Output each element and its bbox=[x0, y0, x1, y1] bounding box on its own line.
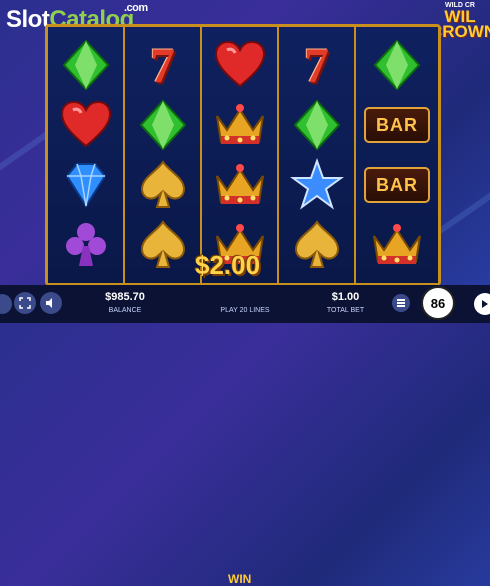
lines-label: PLAY 20 LINES bbox=[220, 307, 270, 314]
symbol-crown bbox=[202, 95, 277, 155]
bar-label: BAR bbox=[364, 107, 430, 143]
symbol-gold-spade bbox=[125, 155, 200, 215]
spin-button[interactable]: 86 bbox=[421, 286, 455, 320]
win-amount: $2.00 bbox=[195, 250, 261, 280]
fullscreen-button[interactable] bbox=[14, 292, 36, 314]
reel-3 bbox=[202, 27, 279, 283]
symbol-red-seven: 7 bbox=[279, 35, 354, 95]
symbol-red-seven: 7 bbox=[125, 35, 200, 95]
crown-icon bbox=[215, 164, 264, 204]
green-diamond-icon bbox=[373, 39, 421, 91]
sound-button[interactable] bbox=[40, 292, 62, 314]
win-label: WIN bbox=[228, 572, 252, 586]
balance-value: $985.70 bbox=[105, 291, 145, 303]
stack-icon bbox=[397, 299, 405, 307]
bet-value: $1.00 bbox=[331, 291, 360, 303]
gold-spade-icon bbox=[140, 160, 185, 208]
symbol-blue-star bbox=[279, 155, 354, 215]
reel-5: BAR BAR bbox=[356, 27, 438, 283]
crown-icon bbox=[373, 224, 421, 264]
green-diamond-icon bbox=[293, 99, 340, 151]
symbol-bar: BAR bbox=[356, 95, 438, 155]
seven-label: 7 bbox=[150, 37, 175, 93]
menu-button[interactable] bbox=[0, 294, 12, 314]
purple-club-icon bbox=[65, 223, 106, 266]
blue-gem-icon bbox=[65, 163, 106, 208]
blue-star-icon bbox=[289, 158, 344, 210]
symbol-bar: BAR bbox=[356, 155, 438, 215]
symbol-green-diamond bbox=[48, 35, 123, 95]
bottom-bar: $985.70 BALANCE WIN PLAY 20 LINES $1.00 … bbox=[0, 285, 490, 586]
reel-1 bbox=[48, 27, 125, 283]
symbol-gold-spade bbox=[279, 215, 354, 275]
reel-4: 7 bbox=[279, 27, 356, 283]
red-heart-icon bbox=[214, 40, 265, 88]
symbol-green-diamond bbox=[125, 95, 200, 155]
speaker-icon bbox=[46, 298, 52, 308]
autoplay-button[interactable] bbox=[474, 293, 490, 315]
symbol-purple-club bbox=[48, 215, 123, 275]
symbol-red-heart bbox=[48, 95, 123, 155]
red-heart-icon bbox=[60, 100, 111, 148]
seven-label: 7 bbox=[304, 37, 329, 93]
crown-icon bbox=[215, 104, 264, 144]
fullscreen-icon bbox=[19, 297, 31, 309]
reel-2: 7 bbox=[125, 27, 202, 283]
play-icon bbox=[482, 300, 488, 308]
green-diamond-icon bbox=[139, 99, 186, 151]
symbol-green-diamond bbox=[356, 35, 438, 95]
coins-button[interactable] bbox=[392, 294, 410, 312]
symbol-blue-gem bbox=[48, 155, 123, 215]
balance-label: BALANCE bbox=[108, 307, 142, 314]
bar-label: BAR bbox=[364, 167, 430, 203]
bet-label: TOTAL BET bbox=[326, 307, 365, 314]
symbol-crown bbox=[356, 215, 438, 275]
gold-spade-icon bbox=[294, 220, 339, 268]
gold-spade-icon bbox=[140, 220, 185, 268]
symbol-crown bbox=[202, 155, 277, 215]
symbol-green-diamond bbox=[279, 95, 354, 155]
symbol-red-heart bbox=[202, 35, 277, 95]
symbol-gold-spade bbox=[125, 215, 200, 275]
reel-frame: 7 7 BAR BAR bbox=[45, 24, 441, 286]
green-diamond-icon bbox=[62, 39, 109, 91]
